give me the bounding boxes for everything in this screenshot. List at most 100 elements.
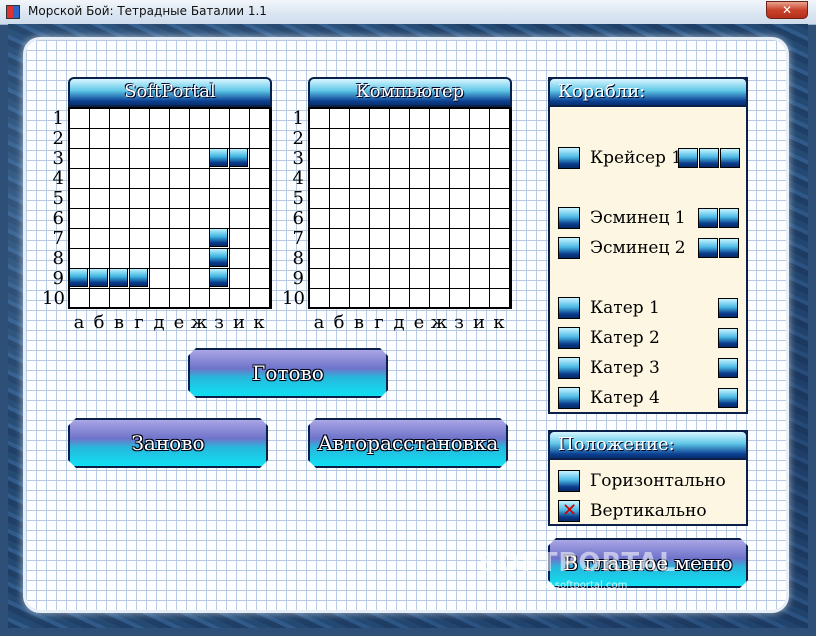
game-area: SoftPortal 1 2 3 4 5 6 7 8 9 10 а б в г … (8, 24, 808, 628)
horizontal-label: Горизонтально (590, 471, 726, 491)
watermark: SOFTPORTAL (478, 548, 677, 578)
ship-select-button[interactable] (558, 237, 580, 259)
ship-label: Крейсер 1 (590, 148, 683, 168)
row-label: 5 (52, 188, 64, 209)
row-label: 1 (52, 108, 64, 129)
ship-preview-2 (698, 238, 740, 258)
checked-x-icon: ✕ (562, 500, 578, 521)
ship-label: Катер 3 (590, 358, 660, 378)
ship-cell[interactable] (209, 248, 228, 267)
ship-select-button[interactable] (558, 207, 580, 229)
row-label: 1 (292, 108, 304, 129)
ship-label: Эсминец 2 (590, 238, 686, 258)
ship-cell[interactable] (229, 148, 248, 167)
col-label: д (153, 312, 165, 333)
row-label: 7 (52, 228, 64, 249)
col-label: б (333, 312, 345, 333)
horizontal-checkbox[interactable] (558, 470, 580, 492)
ship-preview-1 (718, 358, 739, 378)
ship-select-button[interactable] (558, 147, 580, 169)
ship-label: Катер 2 (590, 328, 660, 348)
position-panel: Положение: Горизонтально ✕ Вертикально (548, 430, 748, 526)
col-label: е (173, 312, 185, 333)
ship-select-button[interactable] (558, 357, 580, 379)
col-label: в (113, 312, 125, 333)
col-label: в (353, 312, 365, 333)
row-label: 2 (52, 128, 64, 149)
ship-cell[interactable] (129, 268, 148, 287)
row-label: 8 (292, 248, 304, 269)
player-grid[interactable] (68, 107, 272, 309)
col-label: б (93, 312, 105, 333)
vertical-label: Вертикально (590, 501, 707, 521)
col-label: е (413, 312, 425, 333)
ships-panel-title: Корабли: (548, 77, 748, 107)
ship-preview-2 (698, 208, 740, 228)
col-label: к (493, 312, 505, 333)
col-label: а (313, 312, 325, 333)
col-label: и (473, 312, 485, 333)
reset-button[interactable]: Заново (68, 418, 268, 468)
ready-button[interactable]: Готово (188, 348, 388, 398)
window-title: Морской Бой: Тетрадные Баталии 1.1 (28, 4, 267, 18)
row-label: 10 (282, 288, 305, 309)
ship-item-boat-2[interactable]: Катер 2 (558, 327, 742, 351)
col-label: г (374, 312, 384, 333)
orientation-horizontal[interactable]: Горизонтально (558, 470, 742, 494)
col-label: ж (190, 312, 208, 333)
row-label: 6 (292, 208, 304, 229)
row-label: 2 (292, 128, 304, 149)
ship-cell[interactable] (109, 268, 128, 287)
col-label: к (253, 312, 265, 333)
ship-item-boat-4[interactable]: Катер 4 (558, 387, 742, 411)
row-label: 7 (292, 228, 304, 249)
ship-cell[interactable] (209, 268, 228, 287)
ship-select-button[interactable] (558, 297, 580, 319)
col-label: з (454, 312, 464, 333)
player-board-title: SoftPortal (68, 77, 272, 107)
row-label: 8 (52, 248, 64, 269)
row-label: 4 (52, 168, 64, 189)
ship-preview-3 (678, 148, 741, 168)
col-label: д (393, 312, 405, 333)
row-label: 4 (292, 168, 304, 189)
ship-item-destroyer-1[interactable]: Эсминец 1 (558, 207, 742, 231)
row-label: 10 (42, 288, 65, 309)
col-label: з (214, 312, 224, 333)
computer-grid[interactable] (308, 107, 512, 309)
row-label: 3 (52, 148, 64, 169)
ship-label: Катер 4 (590, 388, 660, 408)
row-label: 9 (52, 268, 64, 289)
title-bar: Морской Бой: Тетрадные Баталии 1.1 ✕ (0, 0, 816, 25)
ship-preview-1 (718, 328, 739, 348)
row-label: 6 (52, 208, 64, 229)
vertical-checkbox[interactable]: ✕ (558, 500, 580, 522)
computer-board-title: Компьютер (308, 77, 512, 107)
ship-item-boat-3[interactable]: Катер 3 (558, 357, 742, 381)
ship-label: Катер 1 (590, 298, 660, 318)
row-label: 5 (292, 188, 304, 209)
position-panel-title: Положение: (548, 430, 748, 460)
ship-cell[interactable] (209, 228, 228, 247)
ship-preview-1 (718, 388, 739, 408)
ship-cell[interactable] (209, 148, 228, 167)
col-label: г (134, 312, 144, 333)
app-window: Морской Бой: Тетрадные Баталии 1.1 ✕ Sof… (0, 0, 816, 636)
orientation-vertical[interactable]: ✕ Вертикально (558, 500, 742, 524)
ship-item-cruiser-1[interactable]: Крейсер 1 (558, 147, 742, 171)
ship-select-button[interactable] (558, 327, 580, 349)
auto-place-button[interactable]: Авторасстановка (308, 418, 508, 468)
col-label: ж (430, 312, 448, 333)
col-label: а (73, 312, 85, 333)
ship-cell[interactable] (89, 268, 108, 287)
ship-select-button[interactable] (558, 387, 580, 409)
ship-item-boat-1[interactable]: Катер 1 (558, 297, 742, 321)
row-label: 3 (292, 148, 304, 169)
app-icon (6, 5, 20, 19)
ship-label: Эсминец 1 (590, 208, 686, 228)
ship-item-destroyer-2[interactable]: Эсминец 2 (558, 237, 742, 261)
close-button[interactable]: ✕ (766, 1, 808, 19)
watermark-url: www.softportal.com (528, 580, 628, 591)
col-label: и (233, 312, 245, 333)
ship-cell[interactable] (69, 268, 88, 287)
